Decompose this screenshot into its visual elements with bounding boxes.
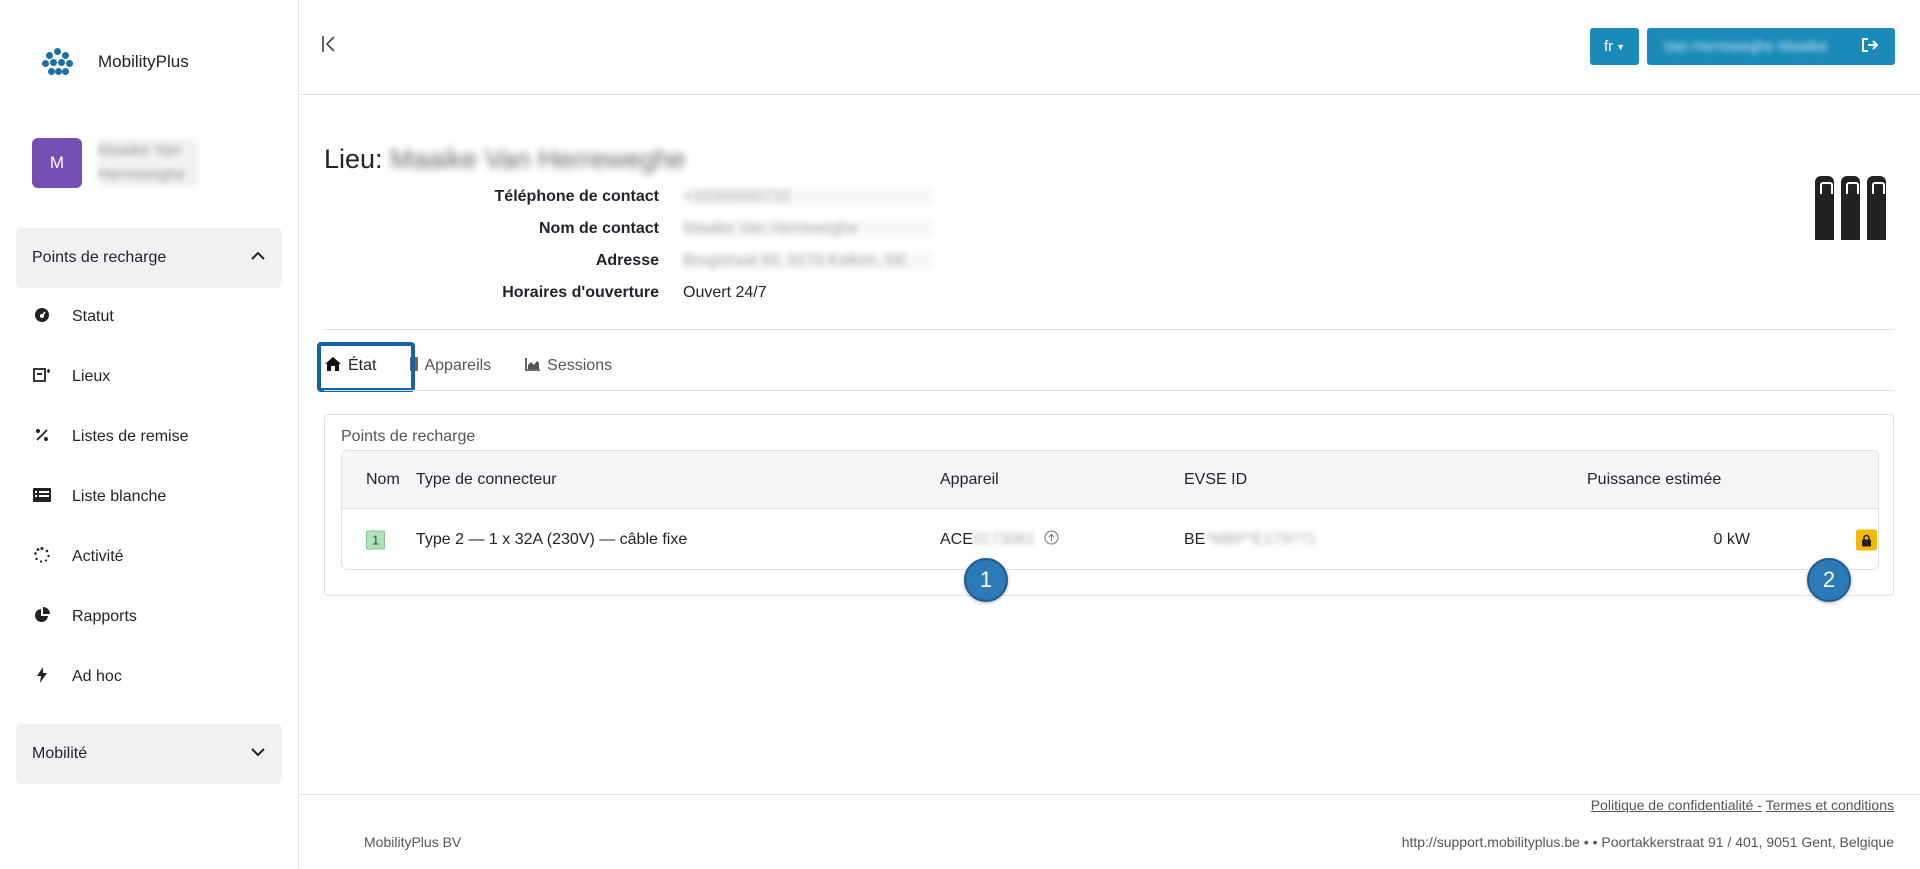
sidebar-item-statut[interactable]: Statut xyxy=(32,305,114,329)
brand-name: MobilityPlus xyxy=(98,52,189,71)
footer-link-separator: - xyxy=(1757,797,1762,813)
pie-chart-icon xyxy=(32,607,52,627)
table-header: Nom Type de connecteur Appareil EVSE ID … xyxy=(342,451,1878,509)
device-id[interactable]: ACE0173061 xyxy=(940,530,1059,550)
tab-sessions[interactable]: Sessions xyxy=(525,350,612,382)
user-name: Maaike Van Herreweghe xyxy=(98,139,198,187)
footer-links: Politique de confidentialité - Termes et… xyxy=(1591,797,1894,813)
tab-label: Appareils xyxy=(424,357,492,374)
charging-stations-icon xyxy=(1815,172,1887,242)
evse-id: BE*MBP*E179771 xyxy=(1184,531,1317,549)
percent-icon xyxy=(32,428,52,446)
tab-label: Sessions xyxy=(547,357,613,374)
annotation-marker-1: 1 xyxy=(964,558,1008,602)
device-status-icon[interactable] xyxy=(1044,530,1059,550)
footer-address: http://support.mobilityplus.be • • Poort… xyxy=(1401,834,1894,850)
user-profile[interactable]: M Maaike Van Herreweghe xyxy=(32,138,198,188)
info-row-phone: Téléphone de contact +32000000732 xyxy=(324,185,933,209)
connector-number-badge: 1 xyxy=(366,530,386,550)
nav-group-mobility[interactable]: Mobilité xyxy=(16,724,282,784)
connector-type: Type 2 — 1 x 32A (230V) — câble fixe xyxy=(416,531,688,548)
info-value: +32000000732 xyxy=(683,188,933,206)
sidebar-item-rapports[interactable]: Rapports xyxy=(32,605,137,629)
column-header-device: Appareil xyxy=(940,470,999,488)
collapse-sidebar-button[interactable] xyxy=(322,34,336,60)
evse-id-rest: *MBP*E179771 xyxy=(1205,531,1317,548)
user-logout-button[interactable]: Van Herreweghe Maaike xyxy=(1647,28,1895,65)
nav-group-mobility-label: Mobilité xyxy=(32,745,88,762)
sidebar-item-label: Statut xyxy=(72,308,114,325)
sidebar-item-listes-de-remise[interactable]: Listes de remise xyxy=(32,425,189,449)
lock-icon xyxy=(1862,534,1871,546)
column-header-power: Puissance estimée xyxy=(1587,470,1722,488)
column-header-connector: Type de connecteur xyxy=(416,470,557,488)
info-value: Ouvert 24/7 xyxy=(683,284,767,301)
card-title: Points de recharge xyxy=(341,428,476,445)
section-divider xyxy=(324,329,1894,330)
info-row-contact-name: Nom de contact Maaike Van Herreweghe xyxy=(324,217,933,241)
estimated-power: 0 kW xyxy=(1713,531,1750,548)
collapse-icon xyxy=(322,36,335,52)
sidebar-item-label: Listes de remise xyxy=(72,428,189,445)
tabs-divider xyxy=(324,390,1894,391)
sidebar-item-lieux[interactable]: Lieux xyxy=(32,365,110,389)
language-label: fr xyxy=(1603,38,1614,55)
info-label: Horaires d'ouverture xyxy=(502,284,659,301)
charge-points-card: Points de recharge Nom Type de connecteu… xyxy=(324,414,1894,596)
sidebar-item-label: Rapports xyxy=(72,608,137,625)
nav-group-charging-label: Points de recharge xyxy=(32,249,167,266)
info-value: Maaike Van Herreweghe xyxy=(683,220,933,238)
page-title-prefix: Lieu: xyxy=(324,144,383,174)
location-icon xyxy=(32,367,52,387)
lock-button[interactable] xyxy=(1856,529,1877,551)
list-icon xyxy=(32,488,52,506)
device-id-prefix: ACE xyxy=(940,531,973,549)
sidebar-item-activite[interactable]: Activité xyxy=(32,545,124,569)
info-row-opening-hours: Horaires d'ouverture Ouvert 24/7 xyxy=(324,281,933,305)
sidebar-item-ad-hoc[interactable]: Ad hoc xyxy=(32,665,122,689)
area-chart-icon xyxy=(525,357,541,375)
logout-icon xyxy=(1861,37,1879,57)
header-divider xyxy=(300,94,1920,95)
sidebar-item-label: Ad hoc xyxy=(72,668,122,685)
info-row-address: Adresse Brugstraat 66, 9270 Kalken, BE xyxy=(324,249,933,273)
sidebar-item-liste-blanche[interactable]: Liste blanche xyxy=(32,485,166,509)
info-label: Nom de contact xyxy=(538,220,659,237)
chevron-up-icon xyxy=(250,248,266,269)
annotation-marker-2: 2 xyxy=(1807,558,1851,602)
terms-link[interactable]: Termes et conditions xyxy=(1766,797,1894,813)
sidebar-item-label: Liste blanche xyxy=(72,488,167,505)
sidebar-item-label: Activité xyxy=(72,548,124,565)
chevron-down-icon xyxy=(250,744,266,765)
tab-etat-highlight xyxy=(317,342,415,392)
brand[interactable]: MobilityPlus xyxy=(42,48,189,76)
dashboard-icon xyxy=(32,307,52,327)
nav-group-charging[interactable]: Points de recharge xyxy=(16,228,282,288)
page-title-name: Maaike Van Herreweghe xyxy=(390,144,686,174)
spinner-icon xyxy=(32,547,52,567)
avatar: M xyxy=(32,138,82,188)
info-label: Téléphone de contact xyxy=(494,188,659,205)
bolt-icon xyxy=(32,667,52,687)
sidebar-item-label: Lieux xyxy=(72,368,111,385)
mobilityplus-logo-icon xyxy=(42,48,73,76)
device-id-rest: 0173061 xyxy=(972,531,1036,549)
column-header-evse: EVSE ID xyxy=(1184,470,1248,488)
page-title: Lieu: Maaike Van Herreweghe xyxy=(324,144,685,175)
language-dropdown-button[interactable]: fr ▼ xyxy=(1590,28,1639,65)
info-label: Adresse xyxy=(595,252,659,269)
evse-id-prefix: BE xyxy=(1184,531,1206,548)
column-header-name: Nom xyxy=(366,470,400,488)
footer-divider xyxy=(300,794,1920,795)
sidebar: MobilityPlus M Maaike Van Herreweghe Poi… xyxy=(0,0,299,869)
tab-appareils[interactable]: Appareils xyxy=(410,350,491,382)
table-row: 1 Type 2 — 1 x 32A (230V) — câble fixe A… xyxy=(342,509,1878,569)
charge-points-table: Nom Type de connecteur Appareil EVSE ID … xyxy=(341,450,1879,570)
privacy-policy-link[interactable]: Politique de confidentialité xyxy=(1591,797,1758,813)
footer-company: MobilityPlus BV xyxy=(364,834,462,850)
caret-down-icon: ▼ xyxy=(1616,41,1626,52)
user-button-label: Van Herreweghe Maaike xyxy=(1663,38,1827,55)
info-value: Brugstraat 66, 9270 Kalken, BE xyxy=(683,252,933,270)
